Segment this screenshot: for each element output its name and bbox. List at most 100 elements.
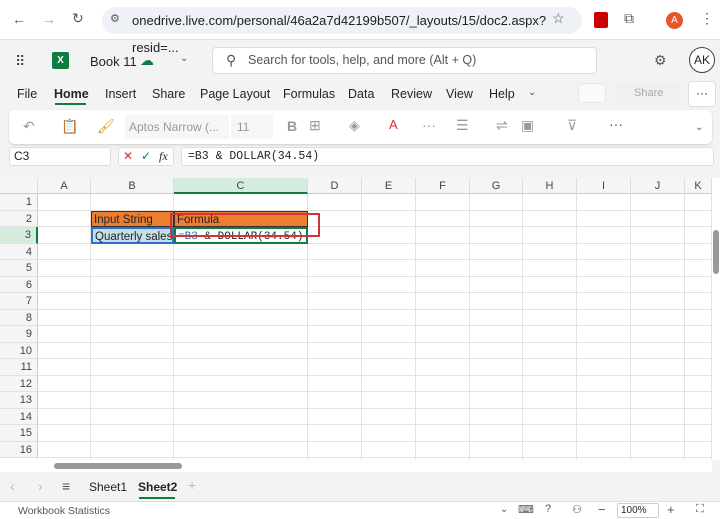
vertical-scrollbar[interactable] bbox=[712, 178, 720, 460]
workbook-title[interactable]: Book 11 bbox=[90, 54, 137, 69]
align-icon[interactable]: ☰ bbox=[456, 117, 469, 134]
row-header-7[interactable]: 7 bbox=[0, 293, 38, 310]
tab-home[interactable]: Home bbox=[54, 87, 89, 101]
zoom-out-icon[interactable]: − bbox=[598, 502, 606, 517]
tab-help[interactable]: Help bbox=[489, 87, 515, 101]
comments-button[interactable] bbox=[578, 83, 606, 103]
status-chevron-icon[interactable]: ⌄ bbox=[500, 504, 508, 515]
title-dropdown-icon[interactable]: ⌄ bbox=[180, 53, 188, 64]
spreadsheet-grid[interactable]: A B C D E F G H I J K 1 2 3 4 5 6 7 8 9 10 11 12 13 14 15 16 Input … bbox=[0, 178, 712, 460]
user-avatar[interactable]: AK bbox=[689, 47, 715, 73]
cell-b2[interactable]: Input String bbox=[91, 210, 174, 227]
row-header-8[interactable]: 8 bbox=[0, 309, 38, 326]
row-header-15[interactable]: 15 bbox=[0, 425, 38, 442]
row-header-16[interactable]: 16 bbox=[0, 441, 38, 458]
row-header-9[interactable]: 9 bbox=[0, 326, 38, 343]
row-header-1[interactable]: 1 bbox=[0, 194, 38, 211]
help-icon[interactable]: ? bbox=[545, 503, 551, 515]
settings-gear-icon[interactable]: ⚙ bbox=[654, 52, 667, 69]
tab-file[interactable]: File bbox=[17, 87, 37, 101]
fill-color-icon[interactable]: ◈ bbox=[349, 117, 360, 134]
cell-b3[interactable]: Quarterly sales bbox=[91, 227, 174, 244]
tab-formulas[interactable]: Formulas bbox=[283, 87, 335, 101]
next-sheet-icon[interactable]: › bbox=[38, 478, 43, 494]
forward-icon[interactable]: → bbox=[42, 11, 56, 27]
back-icon[interactable]: ← bbox=[12, 11, 26, 27]
undo-icon[interactable]: ↶ bbox=[23, 118, 35, 135]
format-painter-icon[interactable]: 🖌 bbox=[97, 118, 115, 135]
row-header-10[interactable]: 10 bbox=[0, 342, 38, 359]
row-header-2[interactable]: 2 bbox=[0, 210, 38, 227]
formula-input[interactable]: =B3 & DOLLAR(34.54) bbox=[181, 147, 714, 166]
insert-function-icon[interactable]: fx bbox=[159, 149, 168, 164]
font-size-select[interactable]: 11 bbox=[231, 115, 273, 139]
font-name-select[interactable]: Aptos Narrow (... bbox=[125, 115, 229, 139]
name-box[interactable]: C3 bbox=[9, 147, 111, 166]
row-header-3[interactable]: 3 bbox=[0, 227, 38, 244]
column-header-I[interactable]: I bbox=[577, 178, 631, 194]
row-header-11[interactable]: 11 bbox=[0, 359, 38, 376]
zoom-select[interactable]: 100% bbox=[617, 503, 659, 518]
reload-icon[interactable]: ↻ bbox=[72, 10, 84, 27]
tab-share[interactable]: Share bbox=[152, 87, 185, 101]
profile-avatar[interactable]: A bbox=[666, 12, 683, 29]
pdf-extension-icon[interactable] bbox=[594, 12, 608, 28]
vscroll-thumb[interactable] bbox=[713, 230, 719, 274]
merge-icon[interactable]: ▣ bbox=[521, 117, 534, 134]
select-all-corner[interactable] bbox=[0, 178, 38, 194]
sheet-tab-sheet2[interactable]: Sheet2 bbox=[138, 480, 177, 494]
cancel-icon[interactable]: ✕ bbox=[123, 149, 133, 163]
share-button[interactable]: Share bbox=[616, 83, 680, 103]
row-header-5[interactable]: 5 bbox=[0, 260, 38, 277]
bookmark-star-icon[interactable]: ☆ bbox=[552, 10, 565, 27]
borders-icon[interactable]: ⊞ bbox=[309, 117, 321, 134]
row-header-6[interactable]: 6 bbox=[0, 276, 38, 293]
column-header-A[interactable]: A bbox=[38, 178, 91, 194]
app-launcher-icon[interactable]: ⠿ bbox=[15, 53, 25, 70]
column-header-B[interactable]: B bbox=[91, 178, 174, 194]
expand-ribbon-icon[interactable]: ⌄ bbox=[695, 122, 703, 133]
paste-icon[interactable]: 📋 bbox=[61, 118, 78, 135]
accessibility-icon[interactable]: ⚇ bbox=[572, 503, 582, 516]
column-header-K[interactable]: K bbox=[685, 178, 712, 194]
bold-icon[interactable]: B bbox=[287, 118, 297, 134]
row-header-4[interactable]: 4 bbox=[0, 243, 38, 260]
column-header-J[interactable]: J bbox=[631, 178, 685, 194]
row-header-14[interactable]: 14 bbox=[0, 408, 38, 425]
row-header-13[interactable]: 13 bbox=[0, 392, 38, 409]
more-font-icon[interactable]: ··· bbox=[422, 117, 436, 133]
address-bar[interactable]: onedrive.live.com/personal/46a2a7d42199b… bbox=[102, 7, 582, 55]
tab-data[interactable]: Data bbox=[348, 87, 374, 101]
tab-insert[interactable]: Insert bbox=[105, 87, 136, 101]
scrollbar-thumb[interactable] bbox=[54, 463, 182, 469]
row-header-12[interactable]: 12 bbox=[0, 375, 38, 392]
more-tabs-chevron-icon[interactable]: ⌄ bbox=[528, 87, 536, 98]
workbook-statistics[interactable]: Workbook Statistics bbox=[18, 505, 110, 517]
sort-filter-icon[interactable]: ⊽ bbox=[567, 117, 577, 134]
column-header-C[interactable]: C bbox=[174, 178, 308, 194]
column-header-D[interactable]: D bbox=[308, 178, 362, 194]
fullscreen-icon[interactable]: ⛶ bbox=[696, 503, 704, 516]
all-sheets-icon[interactable]: ≡ bbox=[62, 478, 70, 494]
wrap-text-icon[interactable]: ⇌ bbox=[496, 117, 508, 134]
font-color-icon[interactable]: A bbox=[389, 117, 398, 132]
tab-page-layout[interactable]: Page Layout bbox=[200, 87, 270, 101]
add-sheet-icon[interactable]: + bbox=[188, 477, 196, 493]
more-options-button[interactable]: ··· bbox=[688, 81, 716, 107]
browser-menu-icon[interactable]: ⋮ bbox=[700, 10, 714, 27]
column-header-E[interactable]: E bbox=[362, 178, 416, 194]
keyboard-icon[interactable]: ⌨ bbox=[518, 503, 534, 516]
horizontal-scrollbar[interactable] bbox=[0, 460, 712, 472]
extensions-icon[interactable]: ⧉ bbox=[624, 10, 634, 27]
enter-check-icon[interactable]: ✓ bbox=[141, 149, 151, 163]
search-input[interactable]: Search for tools, help, and more (Alt + … bbox=[212, 47, 597, 74]
column-header-F[interactable]: F bbox=[416, 178, 470, 194]
column-header-H[interactable]: H bbox=[523, 178, 577, 194]
sheet-tab-sheet1[interactable]: Sheet1 bbox=[89, 480, 127, 494]
tab-view[interactable]: View bbox=[446, 87, 473, 101]
more-commands-icon[interactable]: ··· bbox=[609, 116, 623, 132]
column-header-G[interactable]: G bbox=[470, 178, 523, 194]
site-settings-icon[interactable]: ⚙ bbox=[110, 12, 120, 25]
zoom-in-icon[interactable]: + bbox=[667, 502, 675, 517]
prev-sheet-icon[interactable]: ‹ bbox=[10, 478, 15, 494]
